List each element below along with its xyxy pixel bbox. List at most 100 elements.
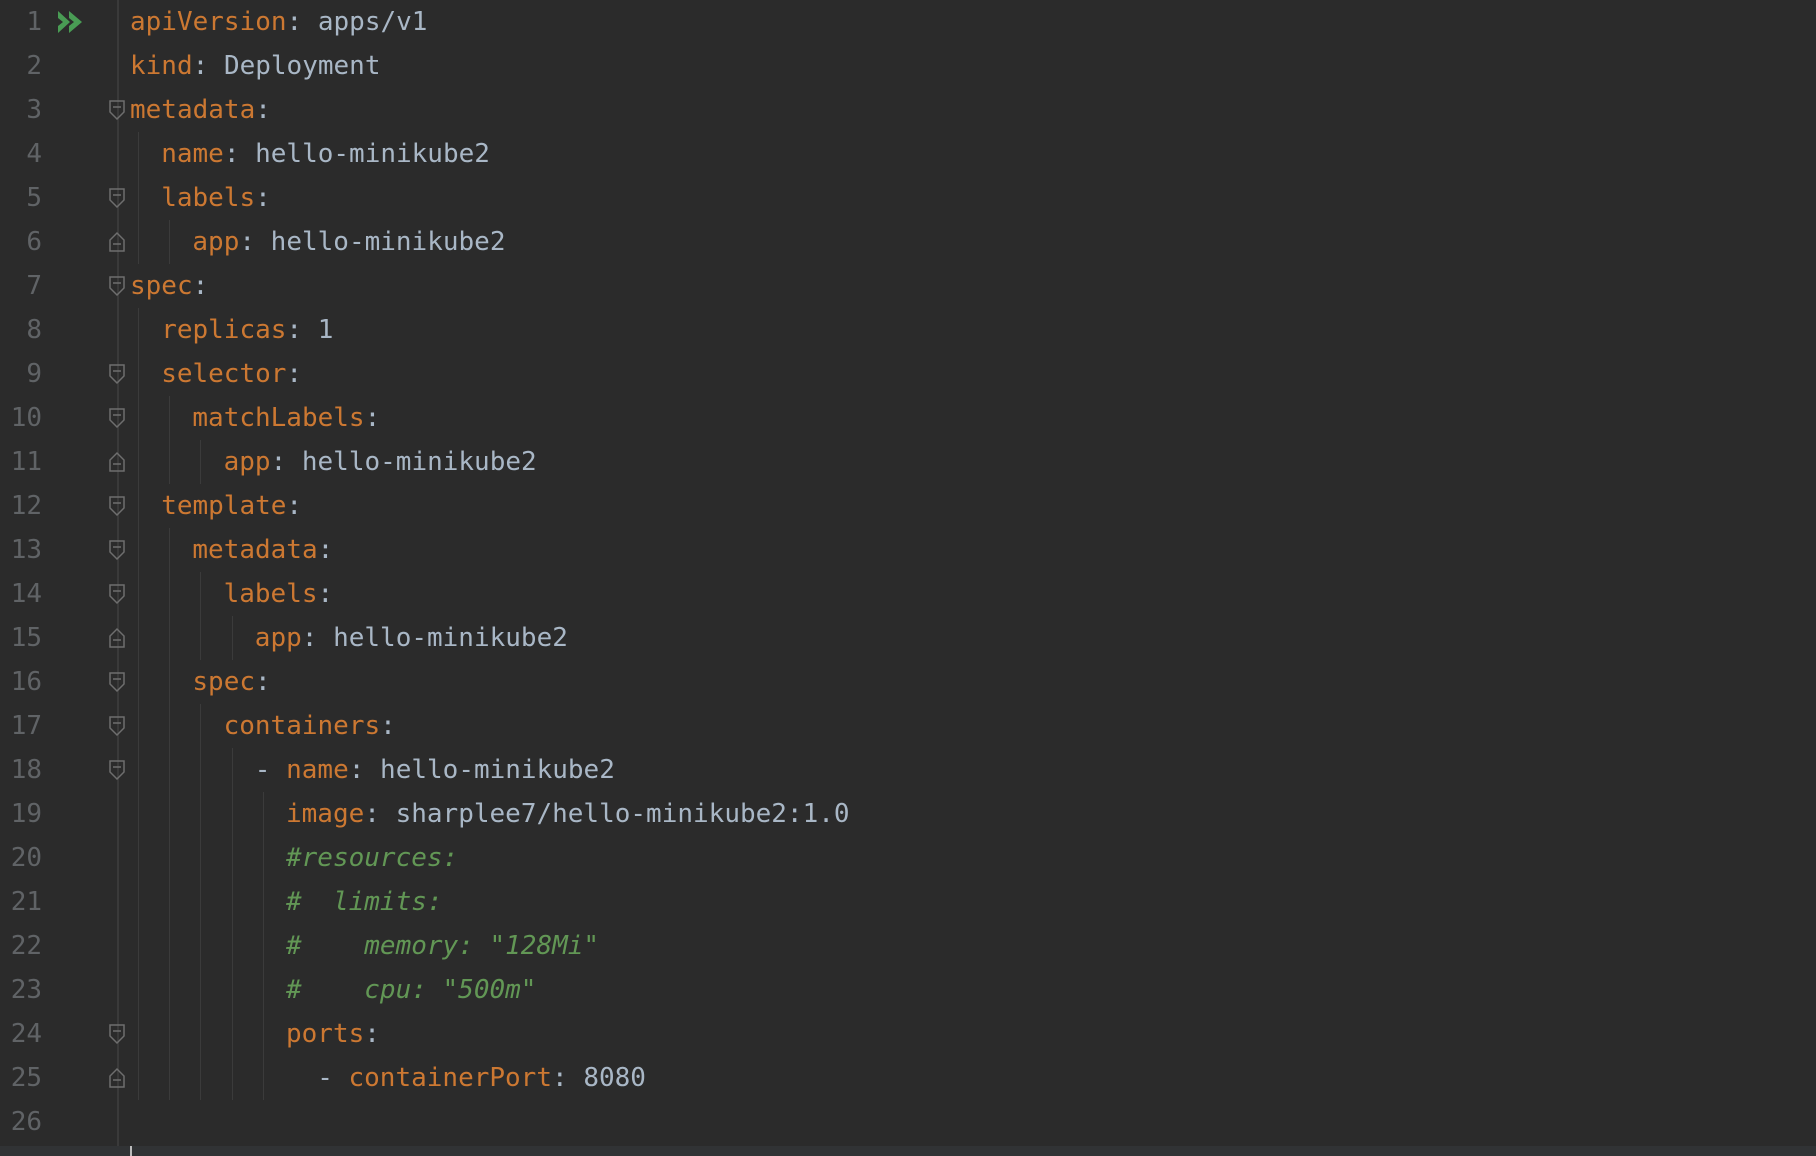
yaml-value: hello-minikube2 <box>270 227 506 257</box>
fold-end-icon[interactable] <box>108 1067 126 1089</box>
line-number: 26 <box>10 1107 42 1137</box>
line-number: 5 <box>26 183 42 213</box>
run-all-icon[interactable] <box>56 9 86 35</box>
yaml-separator: : <box>317 535 334 565</box>
yaml-separator: : <box>364 1019 380 1049</box>
yaml-value: 1 <box>317 315 334 345</box>
fold-collapse-icon[interactable] <box>108 671 126 693</box>
code-line[interactable]: image: sharplee7/hello-minikube2:1.0 <box>286 792 850 836</box>
indent-guide <box>138 308 139 1100</box>
line-number: 21 <box>10 887 42 917</box>
yaml-separator: : <box>223 139 256 169</box>
code-line[interactable]: app: hello-minikube2 <box>224 440 537 484</box>
yaml-value: sharplee7/hello-minikube2:1.0 <box>395 799 850 829</box>
yaml-key: app <box>192 227 240 257</box>
yaml-key: name <box>161 139 224 169</box>
yaml-key: name <box>286 755 349 785</box>
line-number: 23 <box>10 975 42 1005</box>
indent-guide <box>262 792 264 1100</box>
fold-collapse-icon[interactable] <box>108 407 126 429</box>
code-line[interactable]: metadata: <box>130 88 271 132</box>
code-line[interactable]: # memory: "128Mi" <box>286 924 599 968</box>
code-line[interactable]: kind: Deployment <box>130 44 380 88</box>
code-editor[interactable]: apiVersion: apps/v1 kind: Deployment metad… <box>0 0 1816 1156</box>
yaml-value: apps/v1 <box>317 7 428 37</box>
code-line[interactable]: - name: hello-minikube2 <box>255 748 615 792</box>
line-number: 13 <box>10 535 42 565</box>
horizontal-scrollbar[interactable] <box>0 1146 1816 1156</box>
yaml-separator: : <box>255 95 271 125</box>
yaml-key: app <box>254 623 302 653</box>
yaml-separator: : <box>255 183 271 213</box>
code-line[interactable]: name: hello-minikube2 <box>161 132 490 176</box>
gutter-divider <box>117 0 119 1156</box>
code-line[interactable]: # limits: <box>286 880 443 924</box>
yaml-key: containers <box>223 711 381 741</box>
line-number: 12 <box>10 491 42 521</box>
fold-collapse-icon[interactable] <box>108 1023 126 1045</box>
code-line[interactable]: #resources: <box>286 836 458 880</box>
fold-collapse-icon[interactable] <box>108 99 126 121</box>
yaml-value: 8080 <box>583 1063 646 1093</box>
text-caret <box>130 1146 132 1156</box>
code-line[interactable]: replicas: 1 <box>161 308 333 352</box>
yaml-value: hello-minikube2 <box>380 755 615 785</box>
code-line[interactable]: spec: <box>192 660 270 704</box>
yaml-separator: : <box>552 1063 584 1093</box>
yaml-separator: : <box>364 403 381 433</box>
fold-collapse-icon[interactable] <box>108 539 126 561</box>
yaml-key: kind <box>130 51 193 81</box>
line-number: 19 <box>10 799 42 829</box>
yaml-key: spec <box>130 271 193 301</box>
line-number: 1 <box>26 7 42 37</box>
fold-collapse-icon[interactable] <box>108 583 126 605</box>
fold-end-icon[interactable] <box>108 231 126 253</box>
yaml-list-dash: - <box>254 755 287 785</box>
yaml-key: apiVersion <box>130 7 287 37</box>
yaml-key: labels <box>161 183 256 213</box>
fold-end-icon[interactable] <box>108 627 126 649</box>
line-number: 16 <box>10 667 42 697</box>
yaml-comment: #resources: <box>286 843 459 873</box>
code-line[interactable]: labels: <box>224 572 334 616</box>
indent-guide <box>169 220 171 264</box>
code-line[interactable]: spec: <box>130 264 208 308</box>
code-line[interactable]: - containerPort: 8080 <box>317 1056 646 1100</box>
yaml-separator: : <box>380 711 396 741</box>
fold-collapse-icon[interactable] <box>108 363 126 385</box>
yaml-separator: : <box>270 447 302 477</box>
line-number: 10 <box>10 403 42 433</box>
yaml-separator: : <box>348 755 381 785</box>
line-number: 7 <box>26 271 42 301</box>
fold-collapse-icon[interactable] <box>108 495 126 517</box>
code-line[interactable]: ports: <box>286 1012 380 1056</box>
line-number: 8 <box>26 315 42 345</box>
code-line[interactable]: metadata: <box>192 528 333 572</box>
fold-collapse-icon[interactable] <box>108 275 126 297</box>
yaml-separator: : <box>255 667 271 697</box>
yaml-value: Deployment <box>223 51 381 81</box>
fold-collapse-icon[interactable] <box>108 715 126 737</box>
code-line[interactable]: apiVersion: apps/v1 <box>130 0 427 44</box>
indent-guide <box>138 132 139 264</box>
yaml-separator: : <box>317 579 334 609</box>
code-line[interactable]: containers: <box>224 704 396 748</box>
yaml-key: image <box>286 799 365 829</box>
indent-guide <box>200 572 202 660</box>
indent-guide <box>231 748 233 1100</box>
code-line[interactable]: app: hello-minikube2 <box>192 220 505 264</box>
yaml-comment: # cpu: "500m" <box>286 975 537 1005</box>
code-line[interactable]: template: <box>161 484 302 528</box>
yaml-separator: : <box>192 271 209 301</box>
fold-end-icon[interactable] <box>108 451 126 473</box>
line-number: 18 <box>10 755 42 785</box>
code-line[interactable]: # cpu: "500m" <box>286 968 536 1012</box>
yaml-separator: : <box>239 227 271 257</box>
code-line[interactable]: labels: <box>161 176 271 220</box>
code-line[interactable]: selector: <box>161 352 302 396</box>
fold-collapse-icon[interactable] <box>108 759 126 781</box>
yaml-key: ports <box>286 1019 365 1049</box>
fold-collapse-icon[interactable] <box>108 187 126 209</box>
code-line[interactable]: matchLabels: <box>192 396 380 440</box>
code-line[interactable]: app: hello-minikube2 <box>255 616 568 660</box>
